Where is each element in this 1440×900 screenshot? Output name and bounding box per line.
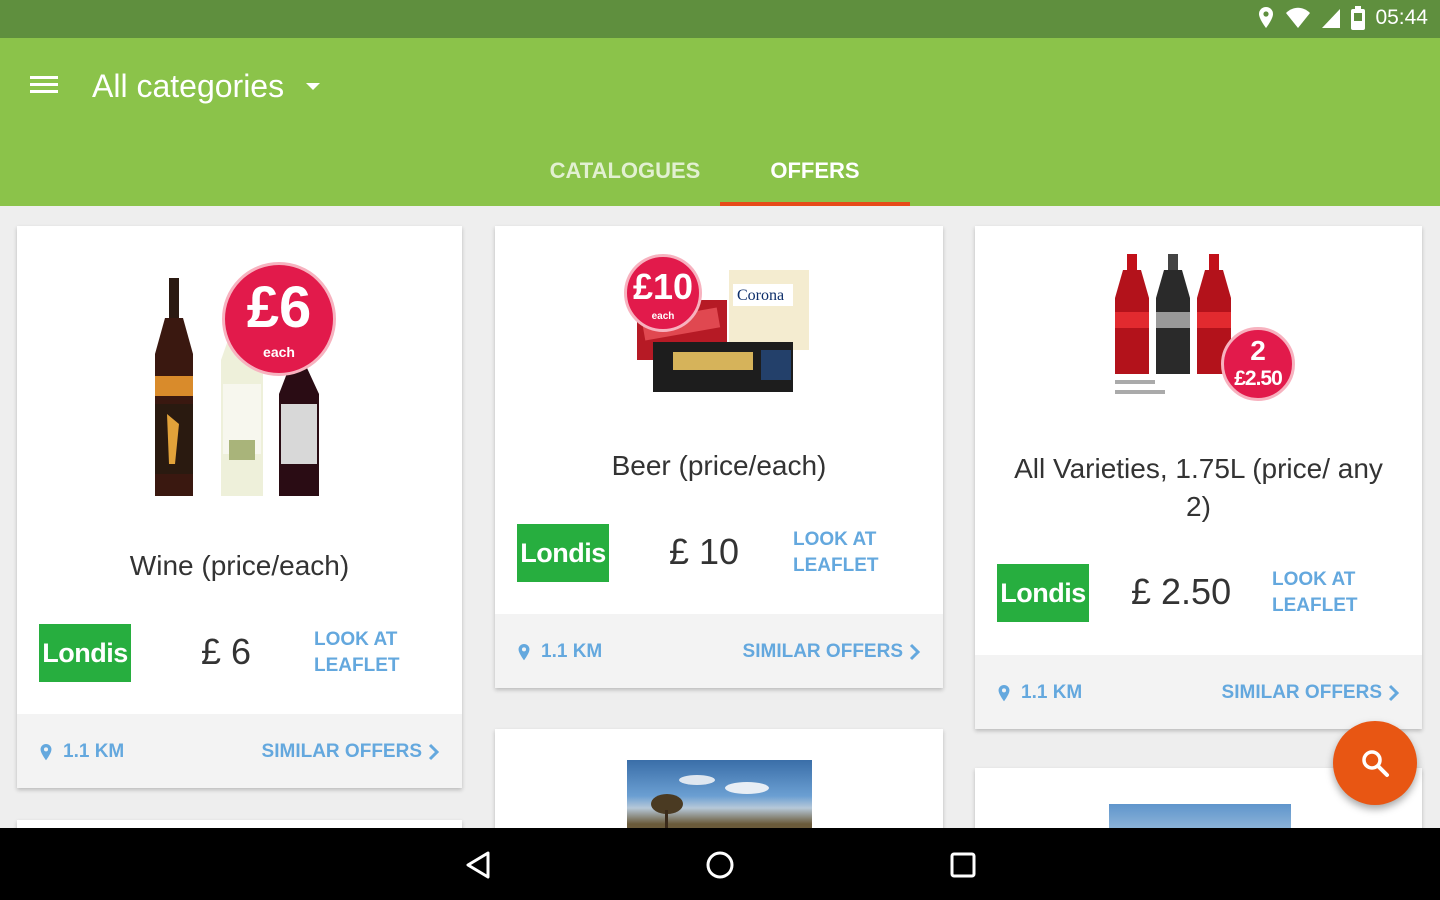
offer-title: Wine (price/each) xyxy=(129,550,350,581)
look-at-leaflet-link[interactable]: LOOK AT LEAFLET xyxy=(1272,567,1392,619)
similar-offers-link[interactable]: SIMILAR OFFERS xyxy=(1222,682,1400,704)
similar-offers-link[interactable]: SIMILAR OFFERS xyxy=(262,741,440,763)
recents-icon[interactable] xyxy=(940,842,986,888)
distance-info: 1.1 KM xyxy=(517,641,602,663)
chevron-right-icon xyxy=(1388,684,1400,702)
app-bar: All categories CATALOGUES OFFERS xyxy=(0,38,1440,206)
offer-price: £ 6 xyxy=(201,631,252,672)
price-badge: 2 £2.50 xyxy=(1221,327,1295,401)
badge-caption: each xyxy=(651,311,675,322)
tab-offers[interactable]: OFFERS xyxy=(720,148,910,206)
offer-card-cola[interactable]: 2 £2.50 All Varieties, 1.75L (price/ any… xyxy=(975,226,1422,729)
distance-value: 1.1 KM xyxy=(1021,682,1083,703)
tab-bar: CATALOGUES OFFERS xyxy=(530,148,910,206)
chevron-right-icon xyxy=(428,743,440,761)
similar-offers-label: SIMILAR OFFERS xyxy=(742,641,903,662)
battery-icon xyxy=(1351,6,1366,30)
distance-info: 1.1 KM xyxy=(997,682,1082,704)
beer-pack-text: Corona xyxy=(737,287,784,304)
price-badge: £10 each xyxy=(624,254,702,332)
badge-caption: each xyxy=(263,344,295,360)
similar-offers-label: SIMILAR OFFERS xyxy=(261,741,422,762)
status-icons: 05:44 xyxy=(1257,6,1428,30)
offer-price: £ 10 xyxy=(669,531,740,572)
similar-offers-link[interactable]: SIMILAR OFFERS xyxy=(743,641,921,663)
offer-title: All Varieties, 1.75L (price/ any 2) xyxy=(1014,453,1383,522)
menu-icon[interactable] xyxy=(30,72,66,104)
card-footer: 1.1 KM SIMILAR OFFERS xyxy=(495,614,943,688)
signal-icon xyxy=(1321,7,1341,29)
offer-card-wine[interactable]: £6 each Wine (price/each) Londis £ 6 LOO… xyxy=(17,226,462,788)
badge-price: £6 xyxy=(246,275,312,340)
chevron-down-icon xyxy=(306,83,321,90)
card-footer: 1.1 KM SIMILAR OFFERS xyxy=(975,655,1422,729)
badge-price: £2.50 xyxy=(1234,367,1283,390)
distance-info: 1.1 KM xyxy=(39,741,124,763)
search-fab[interactable] xyxy=(1333,721,1417,805)
distance-value: 1.1 KM xyxy=(63,741,125,762)
wifi-icon xyxy=(1285,7,1311,29)
status-bar: 05:44 xyxy=(0,0,1440,38)
location-icon xyxy=(998,684,1010,701)
status-time: 05:44 xyxy=(1375,6,1428,29)
offer-price: £ 2.50 xyxy=(1131,571,1232,612)
card-footer: 1.1 KM SIMILAR OFFERS xyxy=(17,714,462,788)
similar-offers-label: SIMILAR OFFERS xyxy=(1221,682,1382,703)
system-nav-bar xyxy=(0,828,1440,900)
tab-catalogues[interactable]: CATALOGUES xyxy=(530,148,720,206)
store-logo: Londis xyxy=(997,564,1089,622)
look-at-leaflet-link[interactable]: LOOK AT LEAFLET xyxy=(793,527,913,579)
badge-quantity: 2 xyxy=(1250,335,1266,366)
distance-value: 1.1 KM xyxy=(541,641,603,662)
offer-card-beer[interactable]: Corona £10 each Beer (price/each) Londis… xyxy=(495,226,943,688)
look-at-leaflet-link[interactable]: LOOK AT LEAFLET xyxy=(314,627,434,679)
cola-product-image xyxy=(1111,248,1241,400)
search-icon xyxy=(1362,750,1389,777)
location-icon xyxy=(40,743,52,760)
category-title: All categories xyxy=(92,68,285,104)
store-logo: Londis xyxy=(39,624,131,682)
location-icon xyxy=(1257,6,1275,30)
category-dropdown[interactable]: All categories xyxy=(92,68,321,105)
chevron-right-icon xyxy=(909,643,921,661)
back-icon[interactable] xyxy=(455,842,501,888)
home-icon[interactable] xyxy=(697,842,743,888)
location-icon xyxy=(518,643,530,660)
badge-price: £10 xyxy=(632,266,694,307)
price-badge: £6 each xyxy=(222,262,336,376)
store-logo: Londis xyxy=(517,524,609,582)
offer-title: Beer (price/each) xyxy=(611,450,827,481)
